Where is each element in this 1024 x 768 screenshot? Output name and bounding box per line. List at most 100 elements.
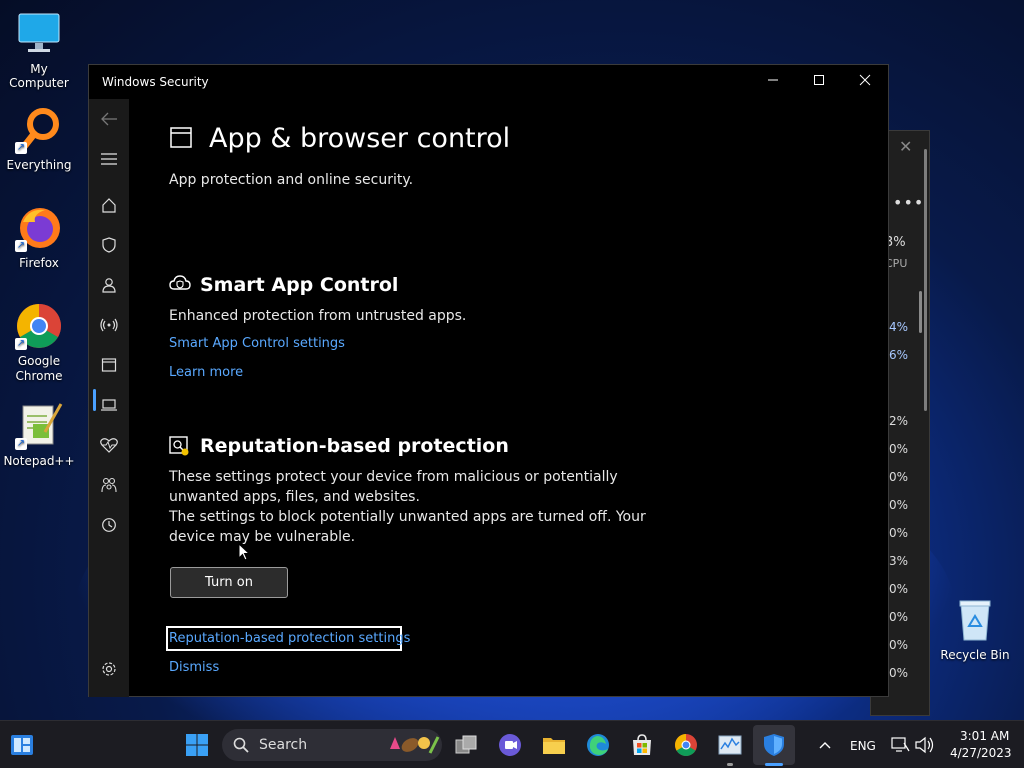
minimize-button[interactable] [750,65,796,99]
widgets-icon [11,735,33,755]
wifi-antenna-icon [100,318,118,332]
window-title: Windows Security [102,75,209,89]
reputation-warning: The settings to block potentially unwant… [169,509,646,545]
network-button[interactable] [890,735,910,755]
clock-date[interactable]: 4/27/2023 [950,746,1012,760]
clock-time[interactable]: 3:01 AM [960,729,1009,743]
sidebar-item-protection-history[interactable] [99,515,119,535]
hamburger-icon [101,153,117,165]
shortcut-arrow-icon: ↗ [15,240,27,252]
shortcut-arrow-icon: ↗ [15,142,27,154]
table-cell: 0% [889,582,909,596]
desktop-icon-label: Recycle Bin [940,648,1010,662]
search-icon [233,737,249,753]
minimize-icon [768,79,778,81]
dismiss-link[interactable]: Dismiss [169,660,219,675]
edge-button[interactable] [586,733,610,757]
table-cell: 3% [889,554,909,568]
sidebar-item-device-security[interactable] [99,395,119,415]
windows-security-window[interactable]: Windows Security App & browser control A… [88,64,927,697]
start-button[interactable] [185,733,209,757]
desktop-icon-recycle-bin[interactable]: Recycle Bin [936,596,1014,662]
sidebar-item-account-protection[interactable] [99,275,119,295]
desktop-icon-my-computer[interactable]: My Computer [0,10,78,90]
heart-pulse-icon [100,438,118,453]
windows-logo-icon [186,734,208,756]
smart-app-control-settings-link[interactable]: Smart App Control settings [169,336,345,351]
chrome-button[interactable] [674,733,698,757]
reputation-description: These settings protect your device from … [169,469,618,505]
desktop-icon-notepad-plus-plus[interactable]: ↗ Notepad++ [0,402,78,468]
shortcut-arrow-icon: ↗ [15,338,27,350]
close-icon [859,74,871,86]
maximize-button[interactable] [796,65,842,99]
desktop-icon-label: My Computer [9,62,69,90]
sidebar-item-virus-protection[interactable] [99,235,119,255]
close-icon[interactable]: ✕ [899,137,912,156]
taskbar-search[interactable]: Search [222,729,442,761]
task-view-button[interactable] [454,733,478,757]
desktop-icon-everything[interactable]: ↗ Everything [0,106,78,172]
reputation-search-icon [169,436,189,460]
shield-icon [102,237,116,253]
table-cell: 0% [889,526,909,540]
edge-icon [587,734,609,756]
learn-more-link[interactable]: Learn more [169,365,243,380]
more-options-icon[interactable]: ••• [893,193,924,212]
magnifier-icon: ↗ [15,106,63,154]
store-button[interactable] [630,733,654,757]
search-highlight-icon [390,736,440,754]
show-hidden-icons-button[interactable] [815,735,835,755]
laptop-icon [101,399,117,411]
file-explorer-button[interactable] [542,733,566,757]
table-cell: 0% [889,470,909,484]
recycle-bin-icon [951,596,999,644]
sidebar-item-device-performance[interactable] [99,435,119,455]
speaker-icon [915,736,934,754]
menu-button[interactable] [99,149,119,169]
sidebar-item-app-browser-control[interactable] [99,355,119,375]
reputation-settings-link[interactable]: Reputation-based protection settings [169,631,410,646]
windows-security-button[interactable] [762,733,786,757]
scrollbar-thumb[interactable] [924,149,927,411]
gear-icon [102,662,116,676]
chrome-icon: ↗ [15,302,63,350]
table-cell: 0% [889,498,909,512]
widgets-button[interactable] [10,733,34,757]
back-button[interactable] [99,109,119,129]
taskbar: Search ENG 3:01 AM 4/27/2023 [0,720,1024,768]
sidebar-item-home[interactable] [99,195,119,215]
shortcut-arrow-icon: ↗ [15,438,27,450]
notepad-icon: ↗ [15,402,63,450]
app-window-icon [101,358,117,372]
desktop-icon-google-chrome[interactable]: ↗ Google Chrome [0,302,78,384]
scrollbar-thumb[interactable] [919,291,922,333]
person-icon [102,278,116,293]
volume-button[interactable] [914,735,936,755]
chevron-up-icon [819,742,831,749]
language-indicator[interactable]: ENG [850,739,876,753]
table-cell: 6% [889,348,909,362]
app-window-icon [170,127,192,153]
sidebar-item-family-options[interactable] [99,475,119,495]
desktop-icon-firefox[interactable]: ↗ Firefox [0,204,78,270]
desktop-icon-label: Google Chrome [15,354,63,383]
teams-chat-button[interactable] [498,733,522,757]
sidebar-item-firewall[interactable] [99,315,119,335]
task-view-icon [455,735,477,754]
running-indicator [727,763,733,766]
title-bar[interactable]: Windows Security [89,65,888,99]
table-cell: 0% [889,442,909,456]
turn-on-button[interactable]: Turn on [170,567,288,598]
main-content: App & browser control App protection and… [129,99,927,697]
store-icon [633,734,651,755]
close-button[interactable] [842,65,888,99]
sidebar-item-settings[interactable] [99,659,119,679]
task-manager-button[interactable] [718,733,742,757]
back-arrow-icon [101,112,117,126]
table-cell: 4% [889,320,909,334]
network-icon [891,737,910,752]
task-manager-icon [718,735,742,755]
search-label: Search [259,737,308,753]
monitor-icon [15,10,63,58]
